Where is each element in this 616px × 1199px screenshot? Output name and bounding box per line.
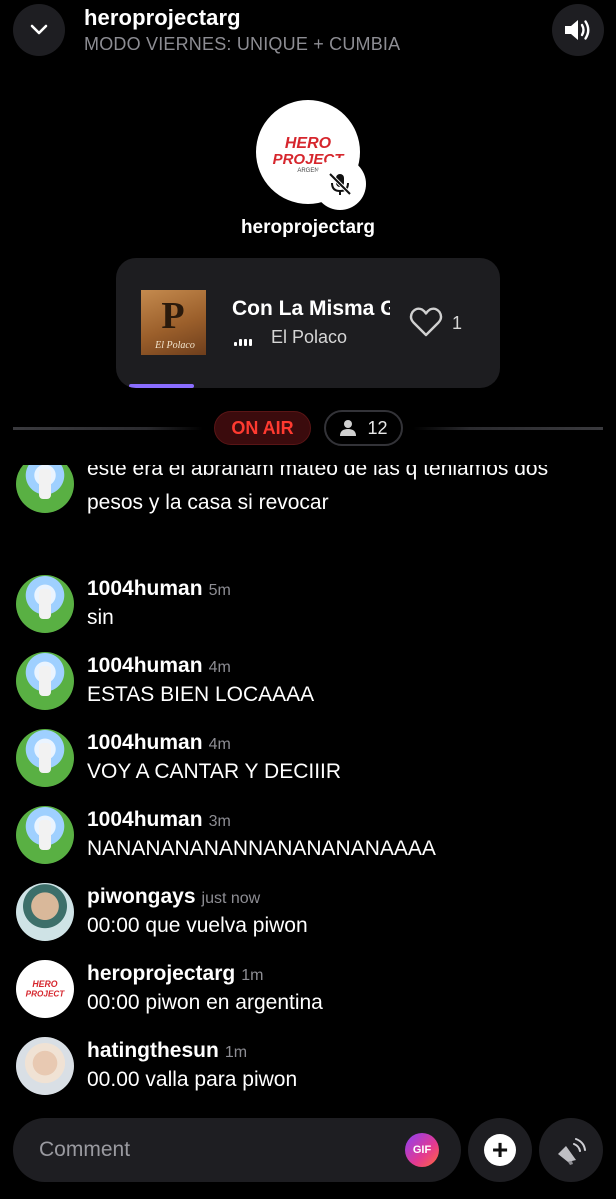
now-playing-card[interactable]: P El Polaco Con La Misma Ganas El Polaco… [116,258,500,388]
chat-username[interactable]: heroprojectarg 1m [87,962,263,986]
heart-icon [409,307,443,337]
room-subtitle: MODO VIERNES: UNIQUE + CUMBIA [84,34,401,54]
chat-text: 00:00 piwon en argentina [87,991,323,1014]
person-icon [340,420,357,436]
chat-time: 4m [208,736,231,753]
chevron-down-icon [30,24,48,35]
composer: GIF + [0,1118,616,1182]
chat-username[interactable]: piwongays just now [87,885,260,909]
chat-username[interactable]: hatingthesun 1m [87,1039,247,1063]
divider-left [13,427,203,430]
avatar[interactable] [16,575,74,633]
album-art-graphic: P El Polaco [154,295,195,351]
avatar[interactable] [16,883,74,941]
gif-button[interactable]: GIF [405,1133,439,1167]
like-button[interactable] [409,306,443,338]
on-air-badge: ON AIR [214,411,311,445]
listener-count-button[interactable]: 12 [324,410,403,446]
like-count: 1 [452,313,463,333]
avatar[interactable] [16,806,74,864]
broadcast-speaker-icon [558,1138,586,1165]
room-title: heroprojectarg [84,5,241,30]
avatar[interactable] [16,729,74,787]
plus-icon: + [484,1134,516,1166]
track-title: Con La Misma Ganas [232,297,390,320]
chat-text: 00.00 valla para piwon [87,1068,298,1091]
album-art-label: El Polaco [154,340,195,351]
chat-text: NANANANANANNANANANANAAAA [87,837,436,860]
chat-time: just now [201,890,261,907]
comment-input[interactable] [39,1136,379,1164]
avatar[interactable] [16,652,74,710]
chat-feed[interactable]: 1004human5m este era el abraham mateo de… [0,465,616,1105]
comment-box[interactable]: GIF [13,1118,461,1182]
avatar[interactable] [16,465,74,513]
speaker-button[interactable] [552,4,604,56]
mic-muted-badge [314,158,366,210]
chat-username[interactable]: 1004human 5m [87,577,231,601]
chat-time: 3m [208,813,231,830]
chat-time: 5m [208,582,231,599]
collapse-button[interactable] [13,4,65,56]
header: heroprojectarg MODO VIERNES: UNIQUE + CU… [0,0,616,64]
avatar[interactable]: HERO PROJECT [16,960,74,1018]
logo-small-line2: PROJECT [26,990,66,999]
chat-text: VOY A CANTAR Y DECIIIR [87,760,342,783]
logo-small-line1: HERO [32,979,57,989]
playback-progress [129,384,194,388]
hero-project-logo-small: HERO PROJECT [26,979,66,999]
mic-muted-icon [328,172,352,196]
status-row: ON AIR 12 [0,410,616,448]
speaker-icon [565,20,590,40]
chat-username[interactable]: 1004human 4m [87,731,231,755]
chat-username[interactable]: 1004human 4m [87,654,231,678]
host-name: heroprojectarg [240,217,376,238]
chat-time: 4m [208,659,231,676]
logo-line1: HERO [285,135,332,152]
avatar[interactable] [16,1037,74,1095]
album-art-letter: P [161,295,184,337]
chat-text: sin [87,606,114,629]
chat-text: 00:00 que vuelva piwon [87,914,308,937]
divider-right [413,427,603,430]
chat-time: 1m [241,967,264,984]
chat-text: este era el abraham mateo de las q tenia… [87,465,549,514]
broadcast-button[interactable] [539,1118,603,1182]
add-button[interactable]: + [468,1118,532,1182]
track-artist: El Polaco [271,327,348,347]
chat-time: 1m [224,1044,248,1061]
chat-username[interactable]: 1004human 3m [87,808,231,832]
equalizer-icon [234,334,252,346]
album-art: P El Polaco [141,290,206,355]
listener-count: 12 [367,417,388,438]
chat-text: ESTAS BIEN LOCAAAA [87,683,315,706]
